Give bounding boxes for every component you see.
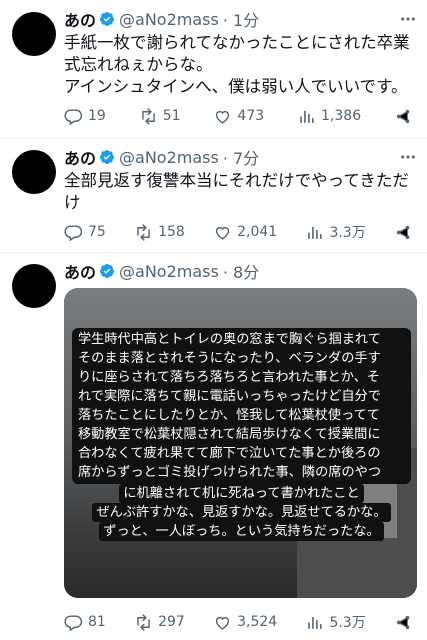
reply-button[interactable]: 75 (64, 223, 106, 242)
retweet-count: 51 (162, 108, 181, 124)
avatar[interactable] (12, 264, 56, 308)
reply-icon (64, 614, 83, 631)
share-icon (396, 109, 410, 123)
caption-line: ぜんぶ許すかな、見返すかな。見返せてるかな。 (92, 503, 391, 522)
retweet-count: 158 (158, 224, 185, 240)
view-count: 1,386 (321, 108, 362, 124)
caption-line: りに座らされて落ちろ落ちろと言われた事とか、そ (78, 370, 380, 385)
views-icon (300, 110, 314, 123)
tweet-text: 全部見返す復讐本当にそれだけでやってきただ け (64, 170, 414, 214)
caption-line: 合わなくて疲れ果てて廊下で泣いてた事とか後ろの (78, 446, 381, 461)
caption-line: そのまま落とされそうになったり、ベランダの手す (78, 351, 381, 366)
verified-badge-icon (100, 150, 115, 164)
share-button[interactable] (394, 107, 413, 126)
tweet-actions: 19 51 473 1,386 (64, 106, 413, 126)
share-button[interactable] (394, 613, 413, 632)
reply-count: 75 (88, 224, 106, 240)
views-button[interactable]: 3.3万 (305, 222, 366, 242)
heart-icon (215, 616, 230, 630)
retweet-button[interactable]: 158 (134, 223, 185, 242)
share-icon (396, 225, 410, 239)
timestamp[interactable]: · 7分 (223, 145, 259, 169)
view-count: 5.3万 (329, 615, 366, 631)
retweet-icon (141, 107, 155, 125)
tweet-text-line: け (64, 193, 81, 212)
caption-line: 移動教室で松葉杖隠されて結局歩けなくて授業間に (78, 427, 381, 442)
image-caption-overlay: 学生時代中高とトイレの奥の窓まで胸ぐら掴まれて そのまま落とされそうになったり、… (72, 328, 411, 541)
tweet-1[interactable]: あの @aNo2mass · 1分 手紙一枚で謝られてなかったことにされた卒業 … (0, 0, 427, 139)
like-count: 3,524 (237, 614, 278, 630)
tweet-image[interactable]: 学生時代中高とトイレの奥の窓まで胸ぐら掴まれて そのまま落とされそうになったり、… (64, 288, 417, 598)
author-handle[interactable]: @aNo2mass (119, 148, 219, 167)
like-count: 473 (237, 108, 265, 124)
author-name[interactable]: あの (64, 145, 96, 169)
tweet-actions: 75 158 2,041 3.3万 (64, 222, 413, 242)
retweet-button[interactable]: 297 (134, 613, 185, 632)
caption-line: 学生時代中高とトイレの奥の窓まで胸ぐら掴まれて (78, 332, 381, 347)
caption-line: に机離されて机に死ねって書かれたこと (119, 484, 364, 503)
reply-icon (64, 108, 83, 125)
tweet-header: あの @aNo2mass · 7分 (64, 145, 397, 169)
tweet-text-line: 手紙一枚で謝られてなかったことにされた卒業 (64, 33, 410, 52)
heart-icon (215, 226, 230, 240)
caption-line: 席からずっとゴミ投げつけられた事、隣の席のやつ (78, 465, 382, 480)
caption-block: 学生時代中高とトイレの奥の窓まで胸ぐら掴まれて そのまま落とされそうになったり、… (72, 328, 411, 484)
avatar[interactable] (12, 12, 56, 56)
heart-icon (216, 110, 230, 124)
reply-count: 19 (88, 108, 106, 124)
share-button[interactable] (394, 223, 413, 242)
like-button[interactable]: 2,041 (213, 223, 277, 242)
more-options-icon[interactable] (399, 10, 417, 28)
caption-line: 落ちたことにしたりとか、怪我して松葉杖使ってて (78, 408, 380, 423)
timestamp[interactable]: · 8分 (223, 259, 259, 283)
tweet-text-line: アインシュタインへ、僕は弱い人でいいです。 (64, 77, 408, 96)
views-button[interactable]: 1,386 (297, 107, 361, 126)
share-icon (396, 615, 410, 629)
tweet-text: 手紙一枚で謝られてなかったことにされた卒業 式忘れねぇからな。 アインシュタイン… (64, 32, 414, 98)
tweet-header: あの @aNo2mass · 8分 (64, 259, 397, 283)
timestamp[interactable]: · 1分 (223, 7, 259, 31)
tweet-text-line: 全部見返す復讐本当にそれだけでやってきただ (64, 171, 409, 190)
more-options-icon[interactable] (399, 148, 417, 166)
avatar[interactable] (12, 150, 56, 194)
reply-button[interactable]: 19 (64, 107, 106, 126)
reply-button[interactable]: 81 (64, 613, 106, 632)
reply-count: 81 (88, 614, 106, 630)
author-name[interactable]: あの (64, 7, 96, 31)
author-name[interactable]: あの (64, 259, 96, 283)
verified-badge-icon (100, 12, 115, 26)
caption-line: ずっと、一人ぼっち。という気持ちだったな。 (99, 522, 384, 541)
views-icon (308, 616, 323, 629)
retweet-button[interactable]: 51 (139, 107, 181, 126)
retweet-count: 297 (158, 614, 185, 630)
tweet-2[interactable]: あの @aNo2mass · 7分 全部見返す復讐本当にそれだけでやってきただ … (0, 138, 427, 253)
caption-line: れで実際に落ちて親に電話いっちゃったけど自分で (78, 389, 381, 404)
author-handle[interactable]: @aNo2mass (119, 262, 219, 281)
views-icon (308, 226, 323, 239)
like-count: 2,041 (237, 224, 278, 240)
view-count: 3.3万 (329, 225, 366, 241)
like-button[interactable]: 3,524 (213, 613, 277, 632)
retweet-icon (137, 223, 150, 241)
retweet-icon (137, 613, 150, 631)
like-button[interactable]: 473 (213, 107, 264, 126)
reply-icon (64, 224, 83, 241)
tweet-header: あの @aNo2mass · 1分 (64, 7, 397, 31)
verified-badge-icon (100, 264, 115, 278)
tweet-text-line: 式忘れねぇからな。 (64, 55, 213, 74)
tweet-actions: 81 297 3,524 5.3万 (64, 612, 413, 632)
author-handle[interactable]: @aNo2mass (119, 10, 219, 29)
views-button[interactable]: 5.3万 (305, 612, 366, 632)
